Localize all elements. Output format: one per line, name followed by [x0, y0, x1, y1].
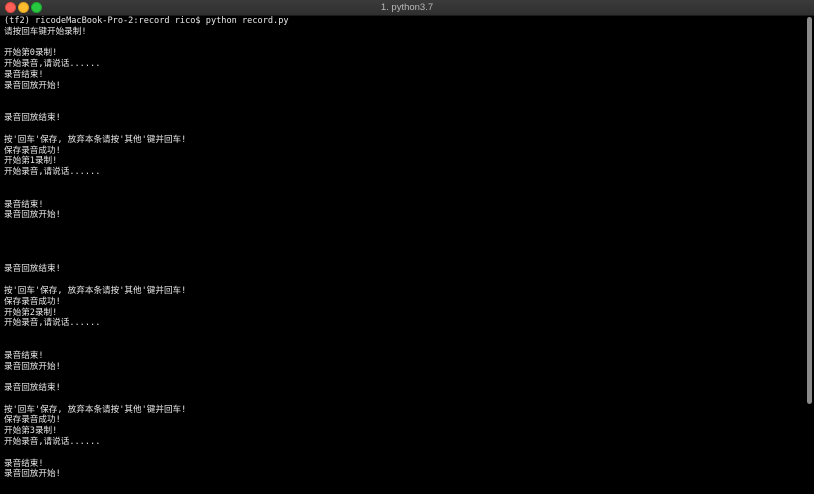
terminal-line: 录音结束! — [4, 69, 44, 80]
terminal-line: 录音回放结束! — [4, 113, 61, 124]
terminal-line: 录音回放开始! — [4, 469, 61, 480]
terminal-line: 开始录音,请说话...... — [4, 167, 101, 178]
terminal-line: 录音回放结束! — [4, 264, 61, 275]
terminal-line: 开始第3录制! — [4, 426, 58, 437]
terminal-line: 保存录音成功! — [4, 145, 61, 156]
title-bar[interactable]: 1. python3.7 — [0, 0, 814, 16]
terminal-line: 请按回车键开始录制! — [4, 26, 87, 37]
terminal-line: 录音结束! — [4, 458, 44, 469]
terminal-line: 录音结束! — [4, 199, 44, 210]
vertical-scrollbar[interactable] — [807, 17, 812, 404]
terminal-line: 开始录音,请说话...... — [4, 59, 101, 70]
terminal-line: 录音回放开始! — [4, 361, 61, 372]
terminal-line: 开始录音,请说话...... — [4, 318, 101, 329]
terminal-line: (tf2) ricodeMacBook-Pro-2:record rico$ p… — [4, 16, 289, 26]
terminal-line: 按'回车'保存, 放弃本条请按'其他'键并回车! — [4, 134, 187, 145]
terminal-output[interactable]: (tf2) ricodeMacBook-Pro-2:record rico$ p… — [4, 16, 804, 492]
terminal-line: 按'回车'保存, 放弃本条请按'其他'键并回车! — [4, 404, 187, 415]
terminal-line: 开始第1录制! — [4, 156, 58, 167]
terminal-line: 按'回车'保存, 放弃本条请按'其他'键并回车! — [4, 285, 187, 296]
terminal-line: 开始录音,请说话...... — [4, 437, 101, 448]
terminal-line: 录音结束! — [4, 350, 44, 361]
terminal-line: 开始第2录制! — [4, 307, 58, 318]
terminal-line: 开始第0录制! — [4, 48, 58, 59]
window-title: 1. python3.7 — [380, 2, 434, 13]
terminal-line: 录音回放结束! — [4, 383, 61, 394]
terminal-line: 录音回放开始! — [4, 210, 61, 221]
terminal-line: 保存录音成功! — [4, 415, 61, 426]
terminal-line: 保存录音成功! — [4, 296, 61, 307]
terminal-window: 1. python3.7 (tf2) ricodeMacBook-Pro-2:r… — [0, 0, 814, 494]
terminal-line: 录音回放开始! — [4, 80, 61, 91]
